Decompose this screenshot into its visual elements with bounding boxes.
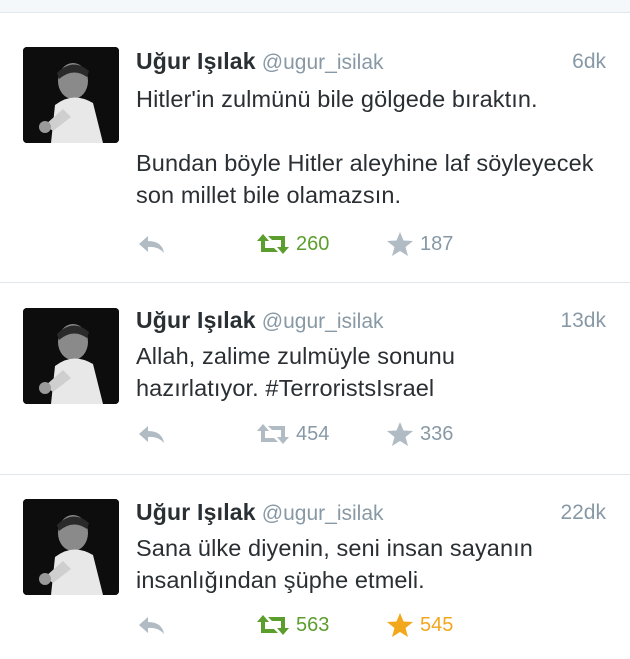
retweet-button[interactable]: 260 — [256, 229, 329, 259]
tweet[interactable]: Uğur Işılak @ugur_isilak 6dk Hitler'in zu… — [0, 13, 630, 283]
favorite-count: 336 — [420, 422, 454, 445]
username[interactable]: @ugur_isilak — [262, 51, 384, 74]
reply-icon — [139, 426, 164, 443]
retweet-icon — [257, 424, 289, 444]
retweet-icon — [257, 615, 289, 635]
reply-button[interactable] — [136, 419, 166, 449]
tweet-text: Sana ülke diyenin, seni insan sayanın in… — [136, 535, 533, 593]
favorite-button[interactable]: 187 — [386, 229, 453, 259]
avatar[interactable] — [23, 308, 119, 404]
reply-button[interactable] — [136, 229, 166, 259]
favorite-icon — [387, 232, 413, 256]
tweet-text: Allah, zalime zulmüyle sonunu hazırlatıy… — [136, 343, 456, 401]
timestamp[interactable]: 6dk — [572, 50, 606, 74]
favorite-icon — [387, 422, 413, 446]
retweet-icon — [257, 234, 289, 254]
tweet-actions: 454 336 — [136, 419, 606, 449]
favorite-count: 187 — [420, 232, 454, 255]
favorite-icon — [387, 613, 413, 637]
tweet-header: Uğur Işılak @ugur_isilak 6dk — [136, 48, 606, 78]
retweet-count: 454 — [296, 422, 330, 445]
timestamp[interactable]: 22dk — [560, 501, 606, 525]
retweet-button[interactable]: 563 — [256, 610, 329, 640]
tweet-header: Uğur Işılak @ugur_isilak 22dk — [136, 499, 606, 529]
retweet-count: 260 — [296, 232, 330, 255]
favorite-button[interactable]: 336 — [386, 419, 453, 449]
tweet-actions: 563 545 — [136, 610, 606, 640]
tweet[interactable]: Uğur Işılak @ugur_isilak 13dk Allah, zali… — [0, 283, 630, 475]
tweet[interactable]: Uğur Işılak @ugur_isilak 22dk Sana ülke d… — [0, 475, 630, 659]
favorite-button[interactable]: 545 — [386, 610, 453, 640]
username[interactable]: @ugur_isilak — [262, 310, 384, 333]
display-name[interactable]: Uğur Işılak — [136, 307, 256, 333]
reply-button[interactable] — [136, 610, 166, 640]
reply-icon — [139, 236, 164, 253]
retweet-count: 563 — [296, 613, 330, 636]
reply-icon — [139, 617, 164, 634]
tweet-text: Hitler'in zulmünü bile gölgede bıraktın.… — [136, 86, 594, 208]
timeline-top-edge — [0, 0, 630, 13]
tweet-header: Uğur Işılak @ugur_isilak 13dk — [136, 307, 606, 337]
retweet-button[interactable]: 454 — [256, 419, 329, 449]
tweet-actions: 260 187 — [136, 229, 606, 259]
display-name[interactable]: Uğur Işılak — [136, 499, 256, 525]
avatar[interactable] — [23, 499, 119, 595]
avatar[interactable] — [23, 47, 119, 143]
favorite-count: 545 — [420, 613, 454, 636]
username[interactable]: @ugur_isilak — [262, 502, 384, 525]
timestamp[interactable]: 13dk — [560, 309, 606, 333]
display-name[interactable]: Uğur Işılak — [136, 48, 256, 74]
